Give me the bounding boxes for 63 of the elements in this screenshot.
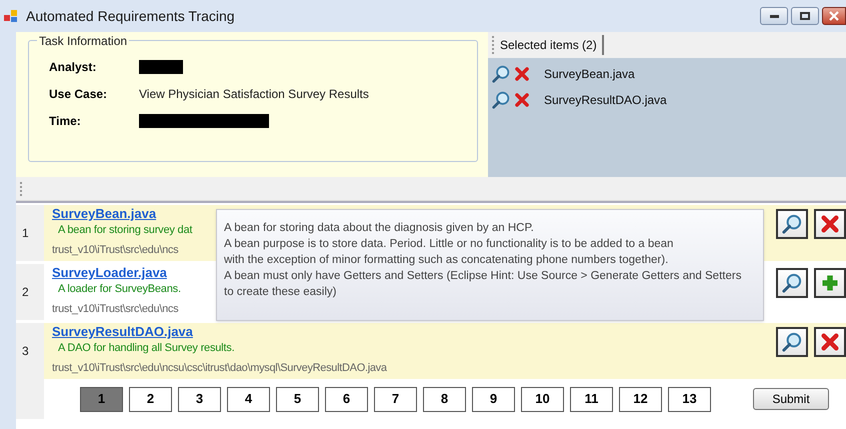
field-label: Time: [49,113,82,130]
close-button[interactable] [822,7,846,25]
magnifier-icon [492,65,510,83]
close-icon [514,92,530,108]
row-number: 2 [22,284,29,301]
magnifier-icon [782,273,802,293]
tooltip-line: A bean must only have Getters and Setters (Eclipse Hint: Use Source > Generate Getters and Setters [224,269,742,284]
file-path: trust_v10\iTrust\src\edu\ncs [52,302,178,317]
add-button[interactable] [814,268,846,298]
page-button[interactable]: 10 [521,386,564,412]
page-button[interactable]: 11 [570,386,613,412]
file-path: trust_v10\iTrust\src\edu\ncs [52,243,178,258]
field-label: Use Case: [49,86,108,103]
close-icon [820,214,840,234]
view-button[interactable] [492,65,510,83]
window-title: Automated Requirements Tracing [26,6,235,26]
plus-icon [820,273,840,293]
page-button[interactable]: 5 [276,386,319,412]
close-icon [514,66,530,82]
view-button[interactable] [776,209,808,239]
remove-button[interactable] [814,209,846,239]
view-button[interactable] [492,91,510,109]
remove-button[interactable] [814,327,846,357]
page-button[interactable]: 6 [325,386,368,412]
page-button[interactable]: 9 [472,386,515,412]
view-button[interactable] [776,268,808,298]
magnifier-icon [782,332,802,352]
page-button[interactable]: 3 [178,386,221,412]
magnifier-icon [492,91,510,109]
selected-item: SurveyResultDAO.java [544,92,667,109]
row-number: 3 [22,343,29,360]
page-button[interactable]: 13 [668,386,711,412]
page-button[interactable]: 2 [129,386,172,412]
file-link[interactable]: SurveyResultDAO.java [52,324,193,340]
page-button[interactable]: 7 [374,386,417,412]
result-row[interactable]: 3 SurveyResultDAO.java A DAO for handling all Survey results. trust_v10\iTrust\src\edu\ncsu\csc\itrust\dao\mysql\SurveyResultDAO.java [16,323,846,379]
field-value: View Physician Satisfaction Survey Results [139,86,369,103]
page-button[interactable]: 4 [227,386,270,412]
row-number: 1 [22,225,29,242]
field-label: Analyst: [49,59,98,76]
minimize-button[interactable] [760,7,788,25]
maximize-button[interactable] [791,7,819,25]
tooltip-line: to create these easily) [224,285,338,300]
file-link[interactable]: SurveyBean.java [52,206,156,222]
file-path: trust_v10\iTrust\src\edu\ncsu\csc\itrust\dao\mysql\SurveyResultDAO.java [52,361,387,376]
row-header [16,379,44,419]
app-icon [4,9,18,23]
file-link[interactable]: SurveyLoader.java [52,265,167,281]
magnifier-icon [782,214,802,234]
selected-item: SurveyBean.java [544,66,635,83]
view-button[interactable] [776,327,808,357]
submit-button[interactable]: Submit [753,388,829,410]
close-icon [829,11,839,21]
close-icon [820,332,840,352]
page-button[interactable]: 8 [423,386,466,412]
page-button[interactable]: 1 [80,386,123,412]
file-description: A bean for storing survey dat [58,223,192,238]
file-description: A DAO for handling all Survey results. [58,341,234,356]
page-button[interactable]: 12 [619,386,662,412]
tooltip-line: with the exception of minor formatting such as concatenating phone numbers together). [224,253,670,268]
file-description: A loader for SurveyBeans. [58,282,181,297]
tooltip-line: A bean for storing data about the diagnosis given by an HCP. [224,221,535,236]
tooltip-line: A bean purpose is to store data. Period. Little or no functionality is to be added to a bean [224,237,674,252]
